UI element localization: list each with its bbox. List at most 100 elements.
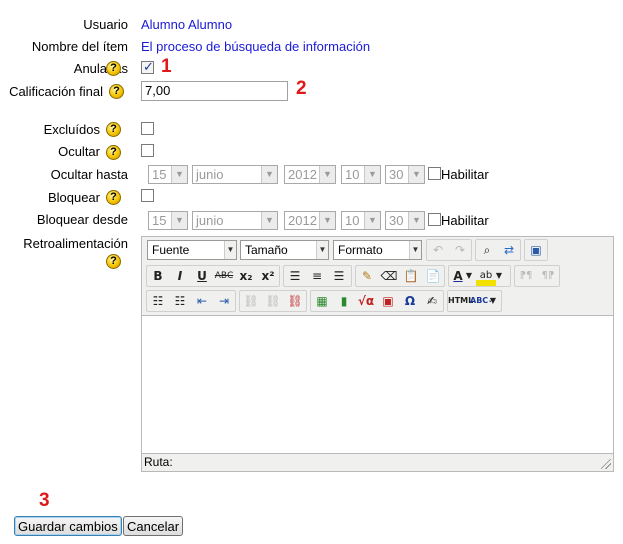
anchor-icon[interactable]: ⛓ bbox=[285, 291, 305, 311]
align-center-icon[interactable]: ≡ bbox=[307, 266, 327, 286]
indent-icon[interactable]: ⇥ bbox=[214, 291, 234, 311]
save-changes-button[interactable]: Guardar cambios bbox=[14, 516, 122, 536]
help-icon[interactable]: ? bbox=[106, 122, 121, 137]
ocultar-hasta-year-select[interactable]: 2012 ▼ bbox=[284, 165, 336, 184]
nolink-icon[interactable]: ▣ bbox=[378, 291, 398, 311]
chevron-down-icon: ▼ bbox=[319, 166, 335, 183]
annotation-3: 3 bbox=[39, 490, 50, 511]
html-source-icon[interactable]: HTML bbox=[448, 291, 473, 311]
usuario-value: Alumno Alumno bbox=[141, 17, 233, 32]
editor-status-bar: Ruta: bbox=[142, 453, 613, 471]
help-icon[interactable]: ? bbox=[106, 145, 121, 160]
path-label: Ruta: bbox=[144, 455, 173, 469]
italic-icon[interactable]: I bbox=[170, 266, 190, 286]
bloquear-label: Bloquear bbox=[47, 190, 100, 205]
replace-icon[interactable]: ⇄ bbox=[499, 240, 519, 260]
anuladas-checkbox[interactable]: ✓ bbox=[141, 59, 154, 74]
help-icon[interactable]: ? bbox=[106, 190, 121, 205]
excluidos-checkbox[interactable] bbox=[141, 122, 154, 135]
bloquear-checkbox[interactable] bbox=[141, 189, 154, 202]
equation-icon[interactable]: √α bbox=[356, 291, 376, 311]
usuario-label: Usuario bbox=[83, 17, 128, 32]
rtl-icon[interactable]: ¶⁋ bbox=[538, 266, 558, 286]
help-icon[interactable]: ? bbox=[109, 84, 124, 99]
chevron-down-icon: ▼ bbox=[364, 166, 380, 183]
bloquear-desde-enable-label: Habilitar bbox=[441, 213, 489, 228]
eraser-icon[interactable]: ⌫ bbox=[379, 266, 399, 286]
bullet-list-icon[interactable]: ☷ bbox=[148, 291, 168, 311]
chevron-down-icon: ▼ bbox=[316, 241, 328, 259]
help-icon[interactable]: ? bbox=[106, 61, 121, 76]
chevron-down-icon: ▼ bbox=[261, 212, 277, 229]
bloquear-desde-label: Bloquear desde bbox=[36, 212, 128, 227]
media-icon[interactable]: ▮ bbox=[334, 291, 354, 311]
annotation-2: 2 bbox=[296, 78, 307, 99]
format-select[interactable]: Formato ▼ bbox=[333, 240, 422, 260]
bloquear-desde-hour-select[interactable]: 10 ▼ bbox=[341, 211, 381, 230]
calificacion-input[interactable]: 7,00 bbox=[141, 81, 288, 101]
chevron-down-icon: ▼ bbox=[409, 241, 421, 259]
annotation-1: 1 bbox=[161, 56, 172, 77]
subscript-icon[interactable]: x₂ bbox=[236, 266, 256, 286]
underline-icon[interactable]: U bbox=[192, 266, 212, 286]
bloquear-desde-month-select[interactable]: junio ▼ bbox=[192, 211, 278, 230]
unlink-icon[interactable]: ⛓ bbox=[263, 291, 283, 311]
chevron-down-icon: ▼ bbox=[408, 166, 424, 183]
numbered-list-icon[interactable]: ☷ bbox=[170, 291, 190, 311]
ocultar-hasta-enable-label: Habilitar bbox=[441, 167, 489, 182]
superscript-icon[interactable]: x² bbox=[258, 266, 278, 286]
resize-grip-icon[interactable] bbox=[601, 459, 611, 469]
bloquear-desde-day-select[interactable]: 15 ▼ bbox=[148, 211, 188, 230]
fullscreen-icon[interactable]: ▣ bbox=[526, 240, 546, 260]
undo-icon[interactable]: ↶ bbox=[428, 240, 448, 260]
font-family-select[interactable]: Fuente ▼ bbox=[147, 240, 237, 260]
retroalimentacion-label: Retroalimentación bbox=[23, 236, 128, 251]
ocultar-hasta-label: Ocultar hasta bbox=[50, 167, 128, 182]
ocultar-hasta-enable-checkbox[interactable] bbox=[428, 167, 441, 180]
excluidos-label: Excluídos bbox=[43, 122, 100, 137]
link-icon[interactable]: ⛓ bbox=[241, 291, 261, 311]
cancel-button[interactable]: Cancelar bbox=[123, 516, 184, 536]
chevron-down-icon: ▼ bbox=[171, 166, 187, 183]
strikethrough-icon[interactable]: ABC bbox=[214, 266, 234, 286]
chevron-down-icon: ▼ bbox=[319, 212, 335, 229]
chevron-down-icon[interactable]: ▼ bbox=[464, 266, 474, 286]
checkmark-icon: ✓ bbox=[143, 59, 154, 74]
special-char-icon[interactable]: Ω bbox=[400, 291, 420, 311]
bold-icon[interactable]: B bbox=[148, 266, 168, 286]
chevron-down-icon[interactable]: ▼ bbox=[488, 291, 498, 311]
paste-text-icon[interactable]: 📋 bbox=[401, 266, 421, 286]
ocultar-hasta-hour-select[interactable]: 10 ▼ bbox=[341, 165, 381, 184]
calificacion-label: Calificación final bbox=[9, 84, 103, 99]
ocultar-label: Ocultar bbox=[58, 144, 100, 159]
ocultar-checkbox[interactable] bbox=[141, 144, 154, 157]
spellcheck-icon[interactable]: ABC✓ bbox=[470, 291, 495, 311]
bloquear-desde-minute-select[interactable]: 30 ▼ bbox=[385, 211, 425, 230]
chevron-down-icon: ▼ bbox=[408, 212, 424, 229]
chevron-down-icon: ▼ bbox=[224, 241, 236, 259]
image-icon[interactable]: ▦ bbox=[312, 291, 332, 311]
feedback-editor: Fuente ▼ Tamaño ▼ Formato ▼ ↶ ↷ ⌕ ⇄ ▣ B I U… bbox=[141, 236, 614, 472]
editor-text-area[interactable] bbox=[142, 317, 613, 452]
align-right-icon[interactable]: ☰ bbox=[329, 266, 349, 286]
bloquear-desde-year-select[interactable]: 2012 ▼ bbox=[284, 211, 336, 230]
ocultar-hasta-day-select[interactable]: 15 ▼ bbox=[148, 165, 188, 184]
chevron-down-icon: ▼ bbox=[261, 166, 277, 183]
align-left-icon[interactable]: ☰ bbox=[285, 266, 305, 286]
chevron-down-icon: ▼ bbox=[364, 212, 380, 229]
bloquear-desde-enable-checkbox[interactable] bbox=[428, 213, 441, 226]
insert-date-icon[interactable]: ✍ bbox=[422, 291, 442, 311]
redo-icon[interactable]: ↷ bbox=[450, 240, 470, 260]
highlight-color-icon[interactable]: ab bbox=[476, 266, 496, 286]
ltr-icon[interactable]: ⁋¶ bbox=[516, 266, 536, 286]
clean-up-icon[interactable]: ✎ bbox=[357, 266, 377, 286]
ocultar-hasta-month-select[interactable]: junio ▼ bbox=[192, 165, 278, 184]
editor-toolbar: Fuente ▼ Tamaño ▼ Formato ▼ ↶ ↷ ⌕ ⇄ ▣ B I U… bbox=[142, 237, 613, 316]
outdent-icon[interactable]: ⇤ bbox=[192, 291, 212, 311]
paste-word-icon[interactable]: 📄 bbox=[423, 266, 443, 286]
find-icon[interactable]: ⌕ bbox=[477, 240, 497, 260]
chevron-down-icon[interactable]: ▼ bbox=[494, 266, 504, 286]
font-size-select[interactable]: Tamaño ▼ bbox=[240, 240, 329, 260]
help-icon[interactable]: ? bbox=[106, 254, 121, 269]
ocultar-hasta-minute-select[interactable]: 30 ▼ bbox=[385, 165, 425, 184]
